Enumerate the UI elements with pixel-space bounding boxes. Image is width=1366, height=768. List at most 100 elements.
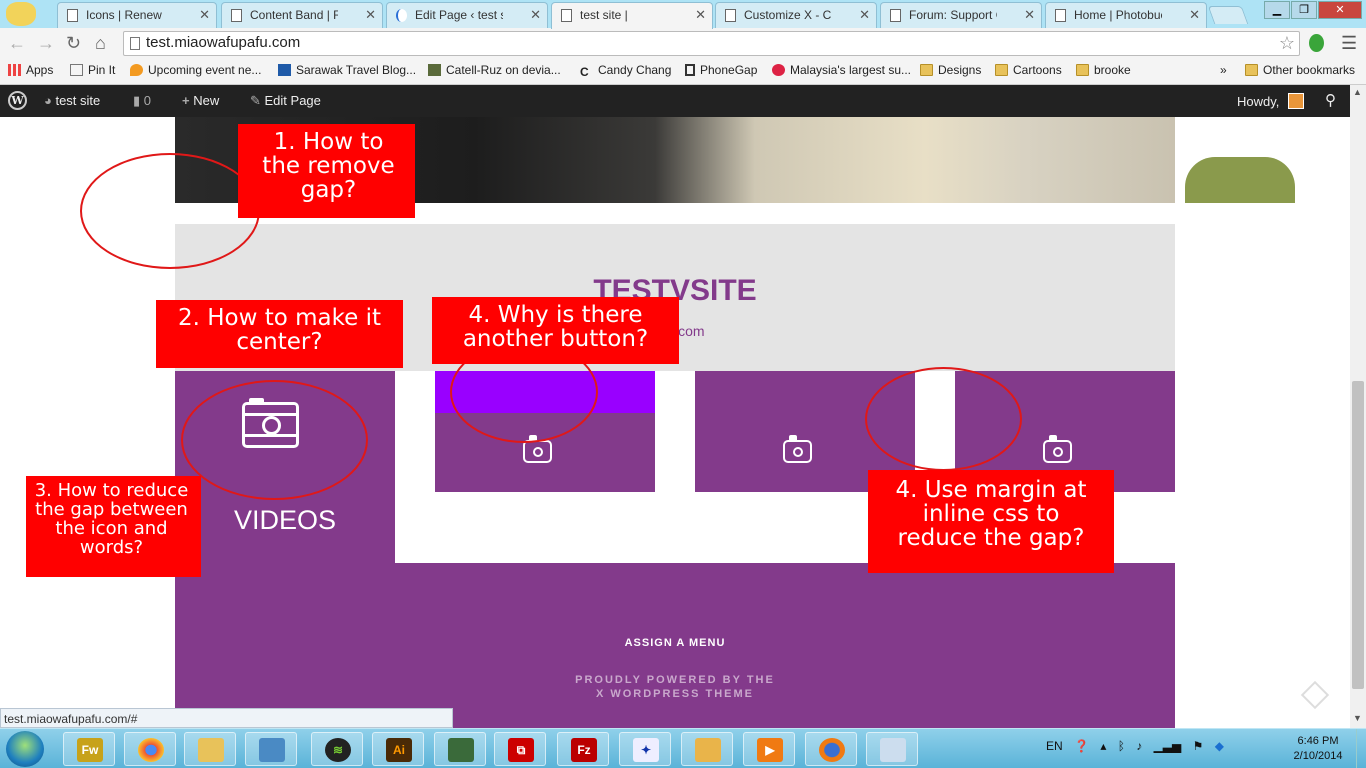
taskbar-clock[interactable]: 6:46 PM 2/10/2014 [1283,734,1353,764]
taskbar-acrobat[interactable]: ⧉ [494,732,546,766]
close-icon[interactable]: ✕ [1189,7,1200,23]
annotation-ring [80,153,260,269]
clock-date: 2/10/2014 [1293,750,1343,762]
bookmark-malaysia[interactable]: Malaysia's largest su... [772,63,911,77]
bookmark-catell-ruz[interactable]: Catell-Ruz on devia... [428,63,561,77]
close-icon[interactable]: ✕ [530,7,541,23]
tab-photobucket[interactable]: Home | Photobucket✕ [1045,2,1207,28]
bookmark-folder-cartoons[interactable]: Cartoons [995,63,1062,77]
close-icon[interactable]: ✕ [859,7,870,23]
close-icon[interactable]: ✕ [695,7,706,23]
bookmark-apps[interactable]: Apps [8,63,53,77]
new-content-link[interactable]: + New [182,93,219,108]
scroll-top-icon[interactable] [1300,680,1330,710]
folder-icon [920,64,933,76]
taskbar-spotify[interactable]: ≋ [311,732,363,766]
camera-icon [783,435,812,463]
url-input[interactable] [146,34,1246,51]
taskbar-filezilla[interactable]: Fz [557,732,609,766]
search-icon[interactable]: ⚲ [1325,91,1336,109]
taskbar-firefox[interactable] [805,732,857,766]
minimize-button[interactable]: ▁ [1264,1,1290,19]
forward-arrow-icon[interactable]: → [37,33,55,54]
bookmark-pin-it[interactable]: Pin It [70,63,115,77]
comments-link[interactable]: ▮ 0 [133,93,151,109]
assign-menu-link[interactable]: ASSIGN A MENU [175,637,1175,649]
bookmark-sarawak[interactable]: Sarawak Travel Blog... [278,63,416,77]
page-icon [725,9,736,22]
tab-content-band[interactable]: Content Band | Rene✕ [221,2,383,28]
bookmark-folder-brooke[interactable]: brooke [1076,63,1131,77]
taskbar-explorer[interactable] [184,732,236,766]
taskbar-media-player[interactable]: ▶ [743,732,795,766]
scroll-up-arrow-icon[interactable]: ▲ [1353,87,1362,97]
annotation-ring [181,380,368,500]
profile-cat-icon[interactable] [6,2,36,26]
taskbar-photos[interactable] [245,732,297,766]
tab-forum-support[interactable]: Forum: Support Cent✕ [880,2,1042,28]
start-button[interactable] [6,731,44,767]
wordpress-logo-icon[interactable]: W [8,91,27,110]
camera-icon [523,435,552,463]
comment-bubble-icon: ▮ [133,93,144,108]
folder-icon [995,64,1008,76]
wp-admin-bar: W ◕ test site ▮ 0 + New ✎ Edit Page Howd… [0,85,1366,117]
new-tab-button[interactable] [1207,6,1249,24]
tab-edit-page[interactable]: Edit Page ‹ test site —✕ [386,2,548,28]
chrome-icon [138,738,164,762]
dropbox-icon[interactable]: ◆ [1215,739,1224,753]
show-desktop-button[interactable] [1356,729,1366,768]
bookmarks-overflow[interactable]: » [1220,63,1227,77]
flag-icon[interactable]: ⚑ [1193,739,1204,753]
close-icon[interactable]: ✕ [365,7,376,23]
language-indicator[interactable]: EN [1046,739,1063,753]
close-icon[interactable]: ✕ [199,7,210,23]
folder-icon [1245,64,1258,76]
acrobat-icon: ⧉ [508,738,534,762]
back-arrow-icon[interactable]: ← [8,33,26,54]
close-icon[interactable]: ✕ [1024,7,1035,23]
scroll-thumb[interactable] [1352,381,1364,689]
taskbar-runner[interactable]: ✦ [619,732,671,766]
taskbar-picture[interactable] [681,732,733,766]
window-close-button[interactable]: ✕ [1318,1,1362,19]
scroll-down-arrow-icon[interactable]: ▼ [1353,713,1362,723]
volume-icon[interactable]: ♪ [1136,739,1142,753]
taskbar-fireworks[interactable]: Fw [63,732,115,766]
bookmark-upcoming-event[interactable]: Upcoming event ne... [130,63,261,77]
tab-icons-renew[interactable]: Icons | Renew ✕ [57,2,217,28]
tab-customize-x[interactable]: Customize X - Child✕ [715,2,877,28]
taskbar-monitor[interactable] [434,732,486,766]
annotation-inline-margin: 4. Use margin at inline css to reduce th… [868,470,1114,573]
extension-icon[interactable] [1309,34,1324,52]
maximize-button[interactable]: ❐ [1291,1,1317,19]
picture-icon [695,738,721,762]
howdy-account[interactable]: Howdy, [1237,93,1305,109]
site-name-link[interactable]: ◕ test site [44,93,100,108]
tray-expand-icon[interactable]: ▴ [1100,739,1106,753]
c-logo-icon: C [580,65,589,79]
network-icon[interactable]: ▁▃▅ [1154,739,1182,753]
address-bar[interactable]: ☆ [123,31,1300,56]
bookmark-candy-chang[interactable]: C Candy Chang [580,63,671,79]
bookmark-phonegap[interactable]: PhoneGap [685,63,757,77]
system-tray: EN ❓ ▴ ᛒ ♪ ▁▃▅ ⚑ ◆ [1046,739,1224,753]
taskbar-illustrator[interactable]: Ai [372,732,424,766]
home-icon[interactable]: ⌂ [95,33,106,54]
folder-icon [1076,64,1089,76]
reload-icon[interactable]: ↻ [66,33,81,54]
chrome-menu-icon[interactable]: ☰ [1341,33,1357,54]
taskbar-notes[interactable] [866,732,918,766]
browser-tab-strip: Icons | Renew✕ Content Band | Rene✕ Edit… [0,0,1366,29]
bluetooth-icon[interactable]: ᛒ [1118,739,1125,753]
bookmark-folder-designs[interactable]: Designs [920,63,981,77]
edit-page-link[interactable]: ✎ Edit Page [250,93,321,109]
page-scrollbar[interactable]: ▲ ▼ [1350,85,1366,728]
bookmark-other[interactable]: Other bookmarks [1245,63,1355,77]
pencil-icon: ✎ [250,93,265,108]
help-icon[interactable]: ❓ [1074,739,1089,753]
tab-test-site[interactable]: test site | ✕ [551,2,713,29]
bookmark-star-icon[interactable]: ☆ [1279,33,1295,54]
powered-by-text: PROUDLY POWERED BY THE X WORDPRESS THEME [575,674,775,700]
taskbar-chrome[interactable] [124,732,176,766]
